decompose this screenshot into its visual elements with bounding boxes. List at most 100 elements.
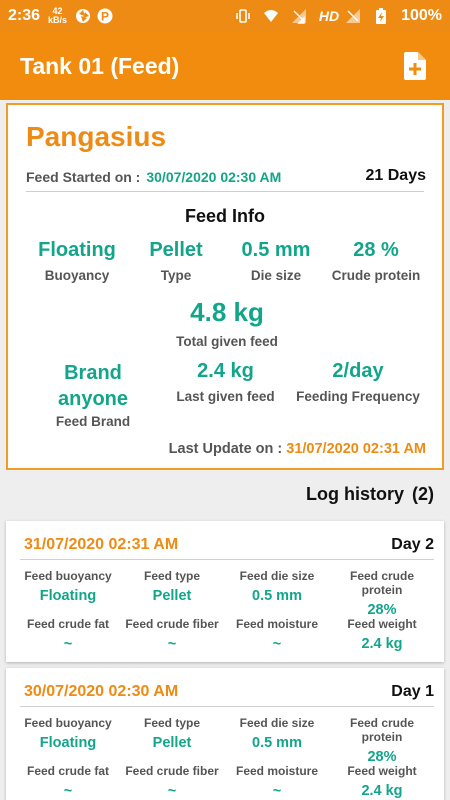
feed-summary-card: Pangasius Feed Started on : 30/07/2020 02…	[6, 103, 444, 470]
status-time: 2:36	[8, 7, 41, 24]
log-buoyancy-value: Floating	[39, 735, 97, 751]
log-buoyancy-label: Feed buoyancy	[24, 716, 112, 730]
total-feed-cell: 4.8 kg Total given feed	[127, 297, 327, 349]
log-crude-protein-label: Feed crude protein	[349, 569, 415, 597]
log-history-header: Log history (2)	[306, 484, 434, 505]
log-history-count: (2)	[412, 484, 434, 504]
log-weight-label: Feed weight	[347, 617, 417, 631]
log-die-size-label: Feed die size	[239, 569, 315, 583]
signal-icon-2	[345, 8, 361, 24]
log-weight-label: Feed weight	[347, 764, 417, 778]
frequency-label: Feeding Frequency	[296, 389, 420, 404]
buoyancy-cell: Floating Buoyancy	[22, 239, 132, 283]
wifi-icon	[263, 8, 279, 24]
log-buoyancy-label: Feed buoyancy	[24, 569, 112, 583]
log-type-label: Feed type	[143, 716, 200, 730]
network-speed-unit: kB/s	[48, 15, 68, 25]
battery-percent: 100%	[401, 7, 442, 24]
log-weight-value: 2.4 kg	[361, 783, 403, 799]
crude-protein-cell: 28 % Crude protein	[326, 239, 426, 283]
last-update-value: 31/07/2020 02:31 AM	[286, 441, 426, 457]
log-die-size: Feed die size 0.5 mm	[223, 716, 331, 751]
log-weight: Feed weight 2.4 kg	[328, 764, 436, 799]
log-moisture-label: Feed moisture	[235, 764, 319, 778]
log-history-title: Log history	[306, 484, 404, 504]
svg-text:P: P	[101, 10, 109, 24]
frequency-value: 2/day	[332, 360, 384, 382]
p-app-icon: P	[97, 8, 113, 24]
log-crude-fiber-label: Feed crude fiber	[125, 764, 219, 778]
die-size-cell: 0.5 mm Die size	[226, 239, 326, 283]
log-die-size-value: 0.5 mm	[252, 735, 302, 751]
crude-protein-value: 28 %	[353, 239, 399, 261]
log-crude-protein: Feed crude protein 28%	[328, 716, 436, 765]
feed-info-title: Feed Info	[185, 206, 265, 226]
buoyancy-value: Floating	[38, 239, 116, 261]
feed-started: Feed Started on : 30/07/2020 02:30 AM	[26, 169, 281, 185]
log-moisture: Feed moisture ~	[223, 764, 331, 799]
log-date: 31/07/2020 02:31 AM	[24, 536, 179, 553]
log-crude-fat-value: ~	[63, 636, 73, 652]
battery-icon	[373, 8, 389, 24]
feed-brand-cell: Brand anyone Feed Brand	[28, 360, 158, 429]
network-type: HD	[318, 8, 340, 24]
total-feed-label: Total given feed	[176, 334, 278, 349]
log-crude-fiber-value: ~	[167, 783, 177, 799]
log-moisture-label: Feed moisture	[235, 617, 319, 631]
log-moisture-value: ~	[272, 636, 282, 652]
log-entry[interactable]: 30/07/2020 02:30 AM Day 1 Feed buoyancy …	[6, 668, 444, 800]
last-feed-cell: 2.4 kg Last given feed	[158, 360, 293, 404]
buoyancy-label: Buoyancy	[44, 268, 110, 283]
type-value: Pellet	[149, 239, 203, 261]
log-crude-fat: Feed crude fat ~	[14, 617, 122, 652]
last-update: Last Update on :31/07/2020 02:31 AM	[169, 441, 426, 457]
log-day: Day 2	[391, 536, 434, 553]
log-crude-protein-label: Feed crude protein	[349, 716, 415, 744]
last-update-label: Last Update on :	[168, 441, 283, 457]
log-type: Feed type Pellet	[118, 716, 226, 751]
log-type-value: Pellet	[152, 735, 192, 751]
log-buoyancy-value: Floating	[39, 588, 97, 604]
divider	[20, 706, 434, 707]
total-feed-value: 4.8 kg	[190, 297, 264, 327]
divider	[26, 191, 424, 192]
log-buoyancy: Feed buoyancy Floating	[14, 569, 122, 604]
type-label: Type	[160, 268, 192, 283]
log-weight: Feed weight 2.4 kg	[328, 617, 436, 652]
last-feed-value: 2.4 kg	[197, 360, 254, 382]
divider	[20, 559, 434, 560]
log-crude-protein-value: 28%	[367, 602, 397, 618]
log-moisture: Feed moisture ~	[223, 617, 331, 652]
log-crude-protein-value: 28%	[367, 749, 397, 765]
log-weight-value: 2.4 kg	[361, 636, 403, 652]
log-day: Day 1	[391, 683, 434, 700]
log-crude-fat-label: Feed crude fat	[26, 764, 110, 778]
signal-icon	[291, 8, 307, 24]
log-moisture-value: ~	[272, 783, 282, 799]
log-crude-fiber: Feed crude fiber ~	[118, 617, 226, 652]
log-entry[interactable]: 31/07/2020 02:31 AM Day 2 Feed buoyancy …	[6, 521, 444, 662]
die-size-value: 0.5 mm	[241, 239, 311, 261]
crude-protein-label: Crude protein	[331, 268, 421, 283]
log-type-value: Pellet	[152, 588, 192, 604]
status-bar: 2:36 42 kB/s P HD 100%	[0, 0, 450, 32]
vibrate-icon	[235, 8, 251, 24]
feed-started-value: 30/07/2020 02:30 AM	[146, 169, 282, 185]
days-count: 21 Days	[365, 167, 427, 184]
aperture-icon	[75, 8, 91, 24]
network-speed: 42 kB/s	[48, 7, 67, 25]
log-crude-fat: Feed crude fat ~	[14, 764, 122, 799]
add-document-icon[interactable]	[400, 51, 430, 81]
log-type: Feed type Pellet	[118, 569, 226, 604]
fish-species: Pangasius	[26, 121, 167, 152]
last-feed-label: Last given feed	[176, 389, 275, 404]
page-title: Tank 01 (Feed)	[20, 52, 180, 79]
log-crude-fiber: Feed crude fiber ~	[118, 764, 226, 799]
log-date: 30/07/2020 02:30 AM	[24, 683, 179, 700]
log-crude-fiber-value: ~	[167, 636, 177, 652]
die-size-label: Die size	[250, 268, 302, 283]
feed-brand-label: Feed Brand	[55, 414, 131, 429]
log-die-size: Feed die size 0.5 mm	[223, 569, 331, 604]
type-cell: Pellet Type	[126, 239, 226, 283]
log-crude-fat-value: ~	[63, 783, 73, 799]
